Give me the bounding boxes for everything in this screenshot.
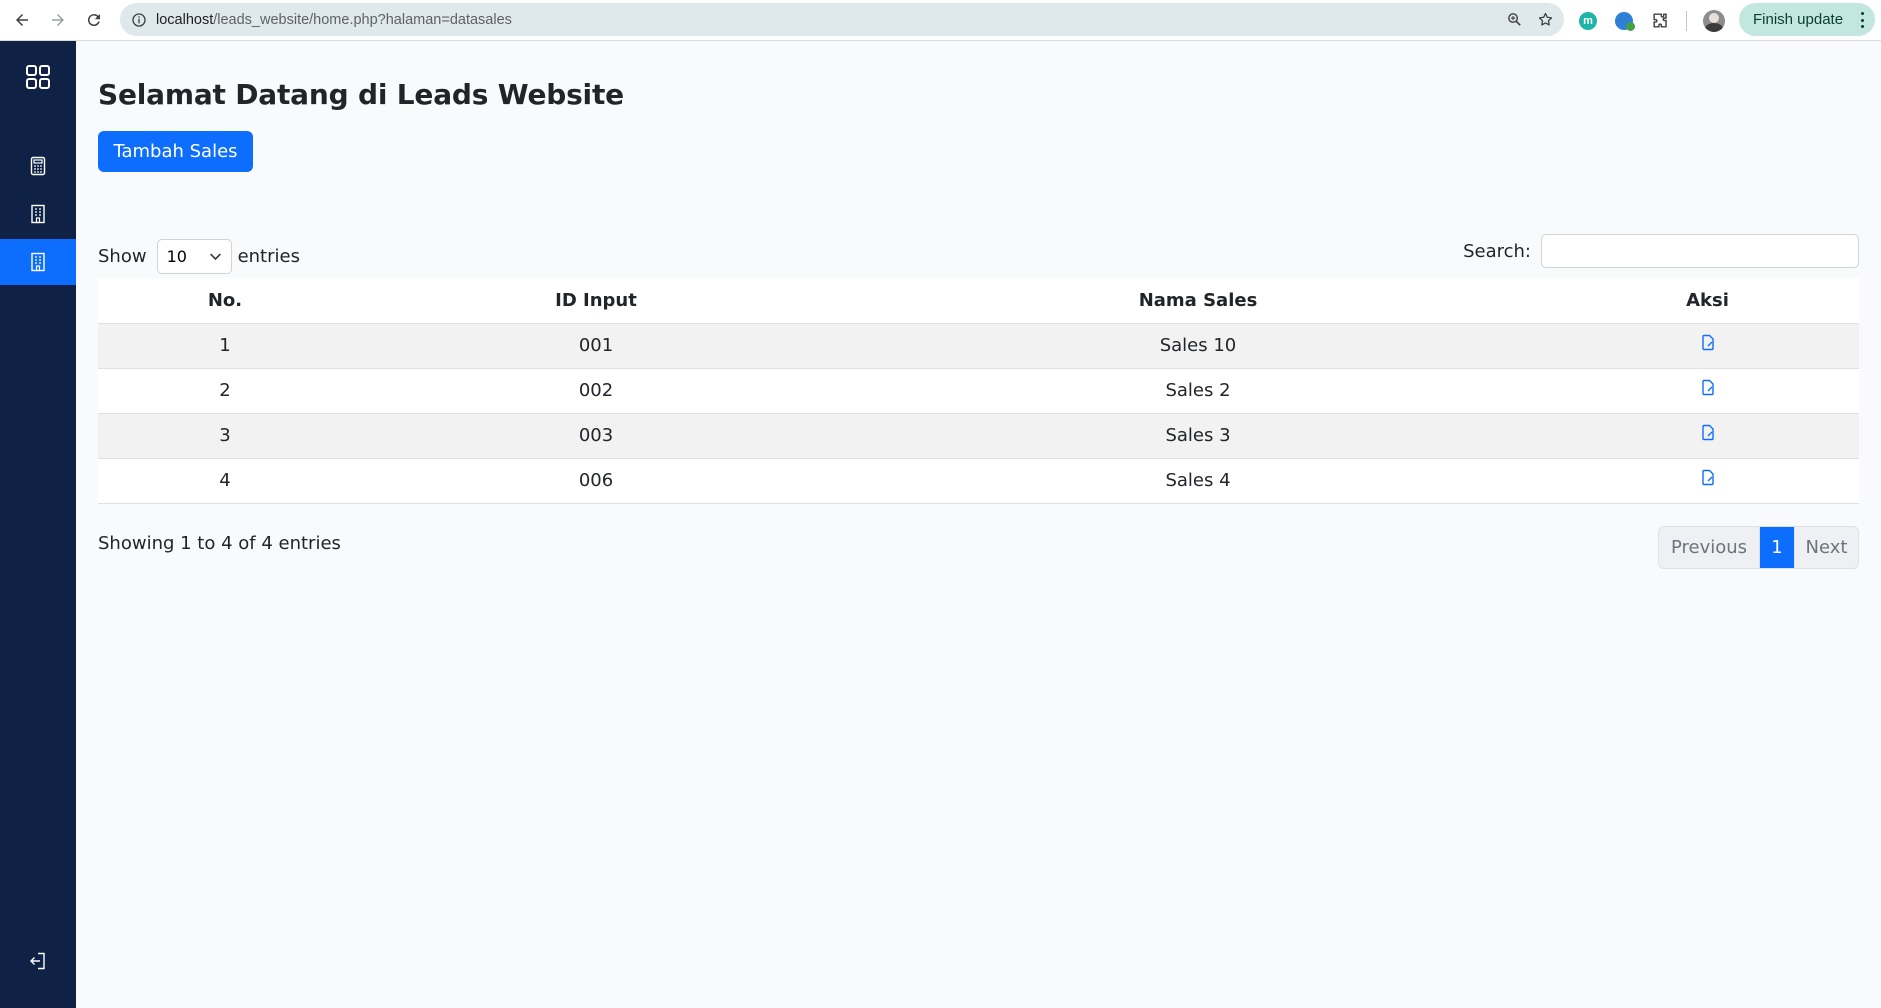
arrow-right-icon	[52, 14, 64, 26]
calculator-icon	[30, 156, 46, 176]
finish-update-label: Finish update	[1753, 11, 1844, 28]
url-path: /leads_website/home.php?halaman=datasale…	[213, 11, 512, 28]
cell-aksi	[1556, 413, 1859, 459]
table-row: 4 006 Sales 4	[98, 458, 1859, 504]
entries-label: entries	[237, 246, 300, 267]
table-header-row: No. ID Input Nama Sales Aksi	[98, 278, 1859, 324]
table-info: Showing 1 to 4 of 4 entries	[98, 533, 341, 554]
column-header-nama-sales[interactable]: Nama Sales	[840, 278, 1556, 324]
cell-no: 1	[98, 323, 352, 369]
previous-page-button[interactable]: Previous	[1659, 527, 1760, 568]
cell-id-input: 006	[352, 458, 840, 504]
sidebar	[0, 41, 76, 1008]
url-host: localhost	[156, 11, 214, 28]
edit-file-icon[interactable]	[1701, 379, 1715, 397]
search-control: Search:	[1463, 234, 1859, 268]
sidebar-item-building-2[interactable]	[0, 239, 76, 285]
back-button[interactable]	[9, 7, 35, 33]
cell-nama-sales: Sales 2	[840, 368, 1556, 414]
main-content: Selamat Datang di Leads Website Tambah S…	[76, 41, 1881, 1008]
page-1-button[interactable]: 1	[1760, 527, 1794, 568]
extension-m-icon[interactable]: m	[1578, 11, 1598, 31]
next-page-button[interactable]: Next	[1794, 527, 1858, 568]
cell-aksi	[1556, 368, 1859, 414]
sidebar-item-calculator[interactable]	[0, 143, 76, 189]
arrow-left-icon	[16, 14, 28, 26]
edit-file-icon[interactable]	[1701, 334, 1715, 352]
page-length-select[interactable]: 10	[156, 239, 232, 274]
toolbar-separator	[1686, 10, 1687, 31]
cell-aksi	[1556, 323, 1859, 369]
cell-aksi	[1556, 458, 1859, 504]
cell-id-input: 001	[352, 323, 840, 369]
url-text: localhost/leads_website/home.php?halaman…	[156, 12, 512, 28]
finish-update-button[interactable]: Finish update	[1739, 3, 1875, 36]
grid-icon	[26, 65, 50, 89]
more-menu-icon	[1861, 12, 1865, 28]
cell-no: 4	[98, 458, 352, 504]
browser-toolbar: localhost/leads_website/home.php?halaman…	[0, 0, 1881, 41]
page-title: Selamat Datang di Leads Website	[98, 78, 624, 111]
cell-id-input: 003	[352, 413, 840, 459]
column-header-id-input[interactable]: ID Input	[352, 278, 840, 324]
page-length-control: Show 10 entries	[98, 239, 300, 274]
table-row: 3 003 Sales 3	[98, 413, 1859, 459]
search-label: Search:	[1463, 240, 1531, 262]
extensions-puzzle-icon[interactable]	[1650, 11, 1670, 31]
address-bar[interactable]: localhost/leads_website/home.php?halaman…	[120, 3, 1564, 36]
cell-nama-sales: Sales 10	[840, 323, 1556, 369]
building-icon	[31, 252, 45, 272]
search-input[interactable]	[1541, 234, 1859, 268]
edit-file-icon[interactable]	[1701, 424, 1715, 442]
column-header-aksi[interactable]: Aksi	[1556, 278, 1859, 324]
table-row: 2 002 Sales 2	[98, 368, 1859, 414]
show-label: Show	[98, 246, 147, 267]
cell-id-input: 002	[352, 368, 840, 414]
table-row: 1 001 Sales 10	[98, 323, 1859, 369]
sales-table: No. ID Input Nama Sales Aksi 1 001 Sales…	[98, 278, 1859, 504]
sidebar-item-building-1[interactable]	[0, 191, 76, 237]
cell-nama-sales: Sales 3	[840, 413, 1556, 459]
tambah-sales-button[interactable]: Tambah Sales	[98, 131, 253, 172]
extension-globe-icon[interactable]	[1614, 11, 1635, 31]
edit-file-icon[interactable]	[1701, 469, 1715, 487]
profile-avatar[interactable]	[1703, 9, 1725, 32]
logout-button[interactable]	[0, 938, 76, 984]
forward-button[interactable]	[45, 7, 71, 33]
site-info-icon[interactable]	[128, 9, 150, 31]
reload-button[interactable]	[81, 7, 107, 33]
cell-nama-sales: Sales 4	[840, 458, 1556, 504]
column-header-no[interactable]: No.	[98, 278, 352, 324]
bookmark-star-icon[interactable]	[1537, 11, 1554, 28]
logout-icon	[30, 952, 45, 970]
pagination: Previous 1 Next	[1658, 526, 1859, 569]
zoom-icon[interactable]	[1506, 11, 1523, 28]
cell-no: 2	[98, 368, 352, 414]
reload-icon	[87, 14, 100, 27]
building-icon	[31, 204, 45, 224]
app-grid-logo[interactable]	[0, 51, 76, 103]
cell-no: 3	[98, 413, 352, 459]
